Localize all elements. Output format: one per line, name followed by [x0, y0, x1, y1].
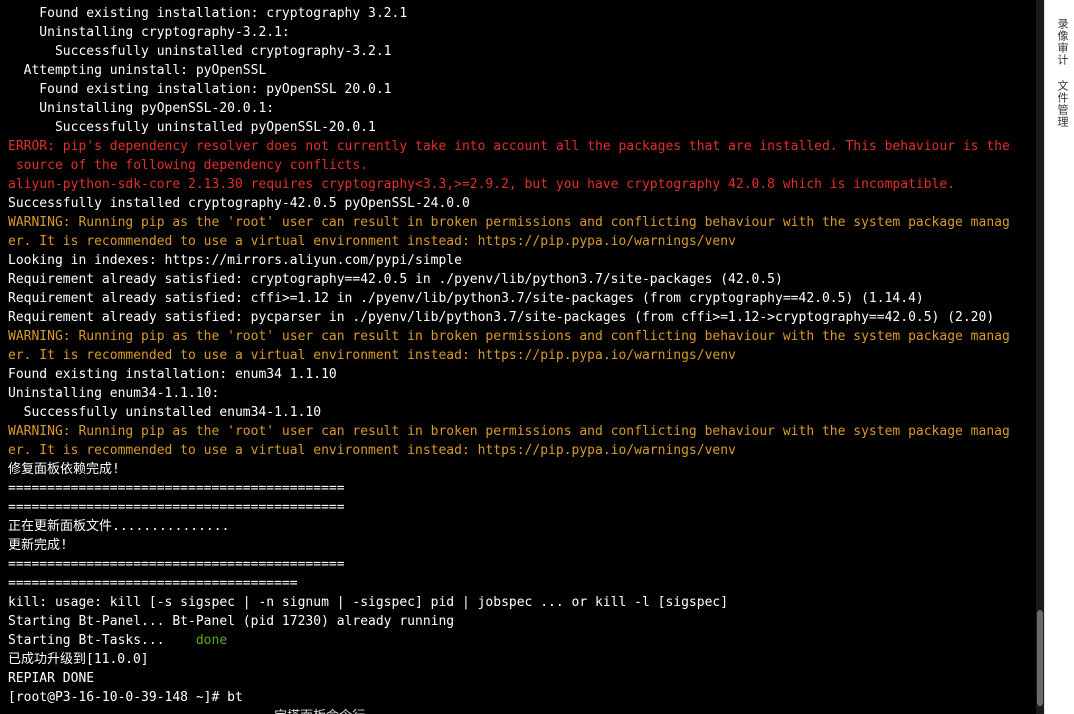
terminal-line: ===================================== [8, 574, 1036, 593]
terminal-line: WARNING: Running pip as the 'root' user … [8, 213, 1036, 232]
terminal-line-text: er. It is recommended to use a virtual e… [8, 348, 736, 363]
terminal-line-text: Successfully uninstalled cryptography-3.… [8, 44, 392, 59]
terminal-line-text: WARNING: Running pip as the 'root' user … [8, 329, 1010, 344]
file-manager-button[interactable]: 文件管理 [1055, 80, 1069, 128]
terminal-window[interactable]: Found existing installation: cryptograph… [0, 0, 1036, 714]
terminal-line-text: 正在更新面板文件............... [8, 519, 230, 534]
terminal-line: REPIAR DONE [8, 669, 1036, 688]
terminal-line: Found existing installation: enum34 1.1.… [8, 365, 1036, 384]
terminal-line-text: Uninstalling enum34-1.1.10: [8, 386, 220, 401]
terminal-line: Looking in indexes: https://mirrors.aliy… [8, 251, 1036, 270]
terminal-line: ========================================… [8, 479, 1036, 498]
terminal-line: er. It is recommended to use a virtual e… [8, 441, 1036, 460]
terminal-line: 修复面板依赖完成! [8, 460, 1036, 479]
terminal-line: WARNING: Running pip as the 'root' user … [8, 327, 1036, 346]
terminal-line-text: Found existing installation: pyOpenSSL 2… [8, 82, 392, 97]
terminal-output: Found existing installation: cryptograph… [0, 0, 1036, 714]
terminal-line-text: ========================================… [8, 481, 345, 496]
terminal-line-text: Attempting uninstall: pyOpenSSL [8, 63, 267, 78]
terminal-line-text: ========================================… [8, 500, 345, 515]
terminal-line: Found existing installation: cryptograph… [8, 4, 1036, 23]
terminal-line: er. It is recommended to use a virtual e… [8, 232, 1036, 251]
terminal-line-text: Requirement already satisfied: cryptogra… [8, 272, 783, 287]
done-status: done [195, 633, 228, 648]
terminal-line: ERROR: pip's dependency resolver does no… [8, 137, 1036, 156]
terminal-line-text: Uninstalling cryptography-3.2.1: [8, 25, 290, 40]
terminal-line-text: Requirement already satisfied: pycparser… [8, 310, 995, 325]
terminal-line-text: source of the following dependency confl… [8, 158, 369, 173]
terminal-line-text: [root@P3-16-10-0-39-148 ~]# bt [8, 690, 243, 705]
terminal-line-text: er. It is recommended to use a virtual e… [8, 443, 736, 458]
terminal-line: Successfully uninstalled enum34-1.1.10 [8, 403, 1036, 422]
scrollbar-thumb[interactable] [1037, 610, 1043, 706]
terminal-line-text: Uninstalling pyOpenSSL-20.0.1: [8, 101, 275, 116]
terminal-line-text: ===================================== [8, 576, 298, 591]
terminal-line: Requirement already satisfied: cryptogra… [8, 270, 1036, 289]
terminal-line-text: REPIAR DONE [8, 671, 95, 686]
terminal-line: 正在更新面板文件............... [8, 517, 1036, 536]
terminal-line-text: Starting Bt-Panel... Bt-Panel (pid 17230… [8, 614, 455, 629]
terminal-line: Successfully uninstalled cryptography-3.… [8, 42, 1036, 61]
terminal-line-text: Successfully uninstalled pyOpenSSL-20.0.… [8, 120, 376, 135]
terminal-line-text: 修复面板依赖完成! [8, 462, 120, 477]
terminal-line-text: Successfully installed cryptography-42.0… [8, 196, 470, 211]
terminal-line-text: Requirement already satisfied: cffi>=1.1… [8, 291, 924, 306]
terminal-line: WARNING: Running pip as the 'root' user … [8, 422, 1036, 441]
terminal-scrollbar[interactable] [1036, 0, 1044, 714]
terminal-line: source of the following dependency confl… [8, 156, 1036, 175]
side-panel: 录像审计 文件管理 [1044, 0, 1074, 714]
terminal-line: Uninstalling pyOpenSSL-20.0.1: [8, 99, 1036, 118]
terminal-line-text: ERROR: pip's dependency resolver does no… [8, 139, 1010, 154]
terminal-line-text: kill: usage: kill [-s sigspec | -n signu… [8, 595, 729, 610]
terminal-line-text: aliyun-python-sdk-core 2.13.30 requires … [8, 177, 956, 192]
terminal-line-text: er. It is recommended to use a virtual e… [8, 234, 736, 249]
terminal-line: Successfully installed cryptography-42.0… [8, 194, 1036, 213]
record-audit-button[interactable]: 录像审计 [1055, 18, 1069, 66]
terminal-line-text: Found existing installation: cryptograph… [8, 6, 408, 21]
terminal-line-text: WARNING: Running pip as the 'root' user … [8, 424, 1010, 439]
terminal-line: Requirement already satisfied: pycparser… [8, 308, 1036, 327]
terminal-line: Attempting uninstall: pyOpenSSL [8, 61, 1036, 80]
terminal-line-text: 更新完成! [8, 538, 68, 553]
terminal-line-text: Looking in indexes: https://mirrors.aliy… [8, 253, 462, 268]
terminal-line: ========================================… [8, 555, 1036, 574]
terminal-line-text: Starting Bt-Tasks... [8, 633, 196, 648]
terminal-line: Uninstalling cryptography-3.2.1: [8, 23, 1036, 42]
terminal-line-text: Found existing installation: enum34 1.1.… [8, 367, 337, 382]
terminal-line: 宝塔面板命令行 [8, 707, 1036, 714]
terminal-line-text: WARNING: Running pip as the 'root' user … [8, 215, 1010, 230]
terminal-line: ========================================… [8, 498, 1036, 517]
terminal-line-text: 已成功升级到[11.0.0] [8, 652, 149, 667]
terminal-line: Uninstalling enum34-1.1.10: [8, 384, 1036, 403]
terminal-line: Found existing installation: pyOpenSSL 2… [8, 80, 1036, 99]
terminal-line: Starting Bt-Panel... Bt-Panel (pid 17230… [8, 612, 1036, 631]
terminal-line-text: ========================================… [8, 557, 345, 572]
terminal-line: Starting Bt-Tasks... done [8, 631, 1036, 650]
terminal-line: 更新完成! [8, 536, 1036, 555]
terminal-line: aliyun-python-sdk-core 2.13.30 requires … [8, 175, 1036, 194]
terminal-line: kill: usage: kill [-s sigspec | -n signu… [8, 593, 1036, 612]
terminal-line: er. It is recommended to use a virtual e… [8, 346, 1036, 365]
terminal-line: Successfully uninstalled pyOpenSSL-20.0.… [8, 118, 1036, 137]
terminal-line: Requirement already satisfied: cffi>=1.1… [8, 289, 1036, 308]
terminal-line-text: Successfully uninstalled enum34-1.1.10 [8, 405, 322, 420]
terminal-line-text: 宝塔面板命令行 [8, 709, 365, 714]
terminal-line: 已成功升级到[11.0.0] [8, 650, 1036, 669]
terminal-line: [root@P3-16-10-0-39-148 ~]# bt [8, 688, 1036, 707]
